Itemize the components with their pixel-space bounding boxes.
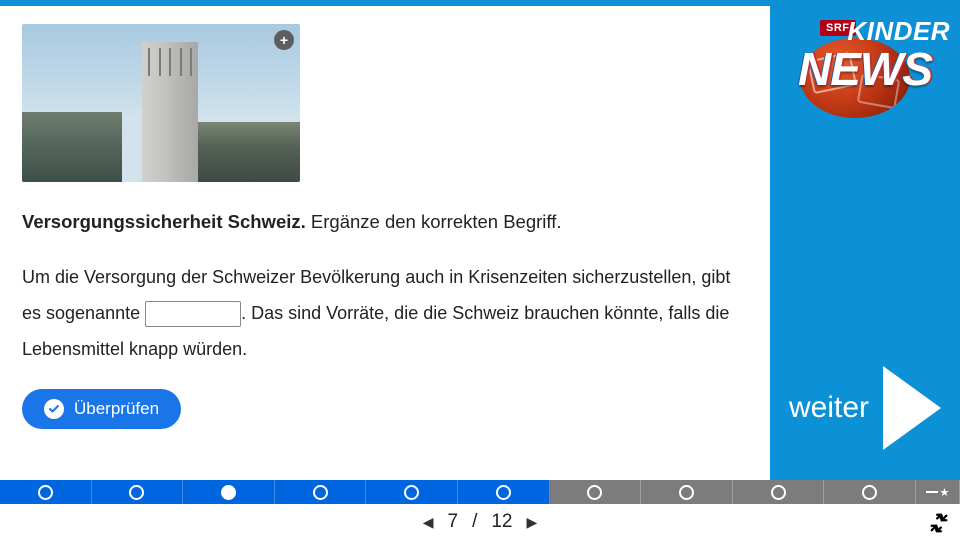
zoom-icon[interactable]: + bbox=[274, 30, 294, 50]
page-current: 7 bbox=[448, 511, 459, 533]
sidebar: SRF KINDER NEWS weiter bbox=[770, 6, 960, 480]
next-button-label: weiter bbox=[789, 391, 869, 425]
progress-segment[interactable] bbox=[92, 480, 184, 504]
question-title-rest: Ergänze den korrekten Begriff. bbox=[311, 211, 562, 232]
prev-page-button[interactable]: ◀ bbox=[423, 514, 434, 531]
pagination-bar: ◀ 7 / 12 ▶ bbox=[0, 504, 960, 540]
progress-segment-current[interactable] bbox=[183, 480, 275, 504]
play-icon bbox=[883, 366, 941, 450]
check-button[interactable]: Überprüfen bbox=[22, 389, 181, 429]
progress-segment[interactable] bbox=[275, 480, 367, 504]
progress-segment[interactable] bbox=[641, 480, 733, 504]
progress-segment[interactable] bbox=[550, 480, 642, 504]
progress-segment[interactable] bbox=[733, 480, 825, 504]
progress-segment[interactable] bbox=[0, 480, 92, 504]
progress-bar: ★ bbox=[0, 480, 960, 504]
progress-segment[interactable] bbox=[366, 480, 458, 504]
next-page-button[interactable]: ▶ bbox=[527, 514, 538, 531]
next-button[interactable]: weiter bbox=[770, 366, 960, 450]
image-city-right bbox=[190, 122, 300, 182]
check-icon bbox=[44, 399, 64, 419]
progress-segment[interactable] bbox=[824, 480, 916, 504]
question-image[interactable]: + bbox=[22, 24, 300, 182]
page-sep: / bbox=[472, 511, 477, 533]
collapse-icon[interactable] bbox=[928, 512, 950, 534]
content-panel: + Versorgungssicherheit Schweiz. Ergänze… bbox=[0, 6, 770, 480]
page-total: 12 bbox=[491, 511, 512, 533]
brand-logo: SRF KINDER NEWS bbox=[780, 12, 950, 122]
blank-input[interactable] bbox=[145, 301, 241, 327]
app-frame: + Versorgungssicherheit Schweiz. Ergänze… bbox=[0, 0, 960, 540]
question-title: Versorgungssicherheit Schweiz. Ergänze d… bbox=[22, 210, 748, 235]
question-title-bold: Versorgungssicherheit Schweiz. bbox=[22, 211, 306, 232]
progress-segment[interactable] bbox=[458, 480, 550, 504]
image-city-left bbox=[22, 112, 122, 182]
progress-end[interactable]: ★ bbox=[916, 480, 960, 504]
image-tower bbox=[142, 42, 198, 182]
check-button-label: Überprüfen bbox=[74, 399, 159, 419]
question-body: Um die Versorgung der Schweizer Bevölker… bbox=[22, 259, 748, 367]
logo-news: NEWS bbox=[798, 42, 932, 96]
